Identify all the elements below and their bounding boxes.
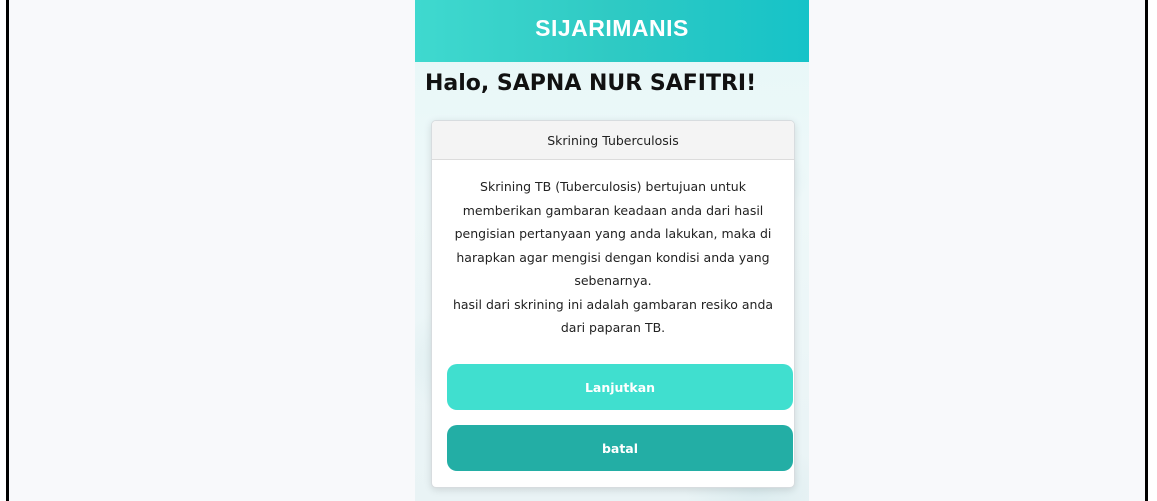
browser-viewport: SIJARIMANIS Halo, SAPNA NUR SAFITRI! Skr… — [6, 0, 1148, 501]
app-container: SIJARIMANIS Halo, SAPNA NUR SAFITRI! Skr… — [415, 0, 809, 501]
continue-button[interactable]: Lanjutkan — [447, 364, 793, 410]
app-header: SIJARIMANIS — [415, 0, 809, 62]
greeting-heading: Halo, SAPNA NUR SAFITRI! — [425, 71, 757, 96]
screening-note: hasil dari skrining ini adalah gambaran … — [452, 296, 774, 336]
card-body: Skrining TB (Tuberculosis) bertujuan unt… — [432, 160, 794, 340]
screening-description: Skrining TB (Tuberculosis) bertujuan unt… — [454, 179, 772, 288]
app-title: SIJARIMANIS — [535, 14, 689, 41]
card-title: Skrining Tuberculosis — [432, 121, 794, 160]
screening-card: Skrining Tuberculosis Skrining TB (Tuber… — [431, 120, 795, 488]
cancel-button[interactable]: batal — [447, 425, 793, 471]
